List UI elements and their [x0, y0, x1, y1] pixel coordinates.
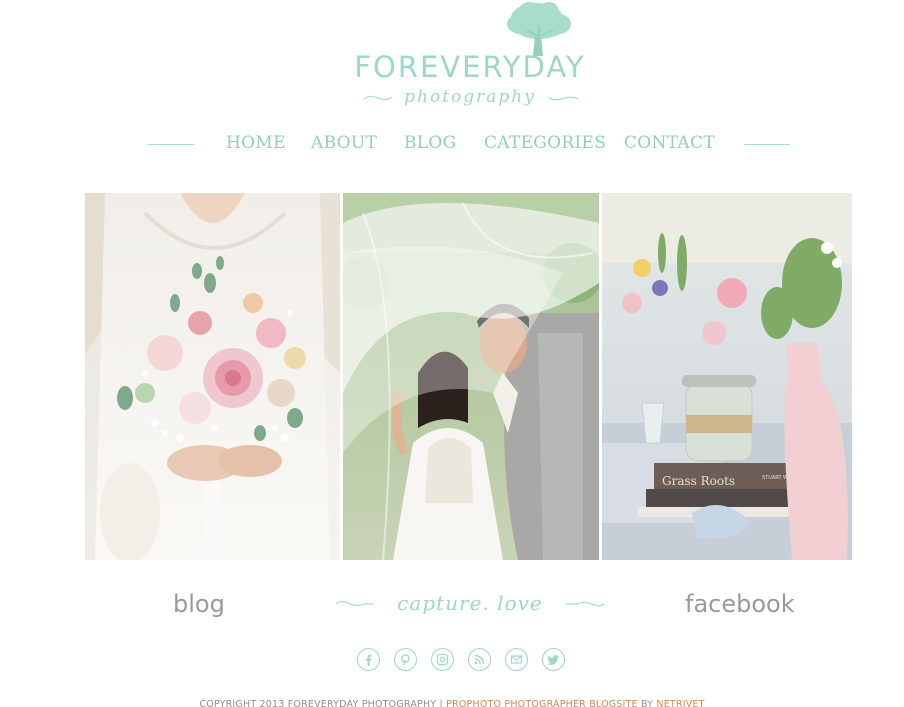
photo-couple-veil[interactable]: [343, 193, 599, 560]
tagline-text: capture. love: [397, 591, 543, 615]
copyright-text: COPYRIGHT 2013 FOREVERYDAY PHOTOGRAPHY: [199, 699, 437, 707]
instagram-icon[interactable]: [431, 648, 454, 671]
book-title-text: Grass Roots: [662, 474, 735, 488]
footer-facebook-link[interactable]: facebook: [685, 590, 795, 618]
copyright-by: BY: [637, 699, 657, 707]
photo-bride-bouquet[interactable]: [85, 193, 340, 560]
tagline: capture. love: [334, 588, 606, 624]
nav-blog[interactable]: BLOG: [404, 133, 457, 153]
logo-wordmark: FOREVERYDAY: [354, 50, 586, 84]
nav-divider-left: [148, 144, 194, 145]
rss-icon[interactable]: [468, 648, 491, 671]
facebook-icon[interactable]: [357, 648, 380, 671]
footer-blog-link[interactable]: blog: [173, 590, 225, 618]
nav-contact[interactable]: CONTACT: [624, 133, 715, 153]
copyright: COPYRIGHT 2013 FOREVERYDAY PHOTOGRAPHY |…: [0, 699, 904, 707]
prophoto-link[interactable]: PROPHOTO PHOTOGRAPHER BLOGSITE: [446, 699, 638, 707]
nav-home[interactable]: HOME: [226, 133, 286, 153]
nav-divider-right: [744, 144, 790, 145]
nav-categories[interactable]: CATEGORIES: [484, 133, 606, 153]
photo-gallery: Grass Roots STUART WOODS: [85, 193, 852, 560]
pinterest-icon[interactable]: [394, 648, 417, 671]
email-icon[interactable]: [505, 648, 528, 671]
nav-about[interactable]: ABOUT: [311, 133, 377, 153]
site-logo[interactable]: FOREVERYDAY photography: [330, 0, 610, 118]
logo-subtitle-text: photography: [404, 87, 536, 107]
copyright-separator: |: [436, 699, 447, 707]
netrivet-link[interactable]: NETRIVET: [656, 699, 704, 707]
twitter-icon[interactable]: [542, 648, 565, 671]
main-nav: HOME ABOUT BLOG CATEGORIES CONTACT: [0, 130, 904, 158]
logo-subtitle: photography: [330, 83, 610, 115]
photo-table-flowers[interactable]: Grass Roots STUART WOODS: [602, 193, 852, 560]
